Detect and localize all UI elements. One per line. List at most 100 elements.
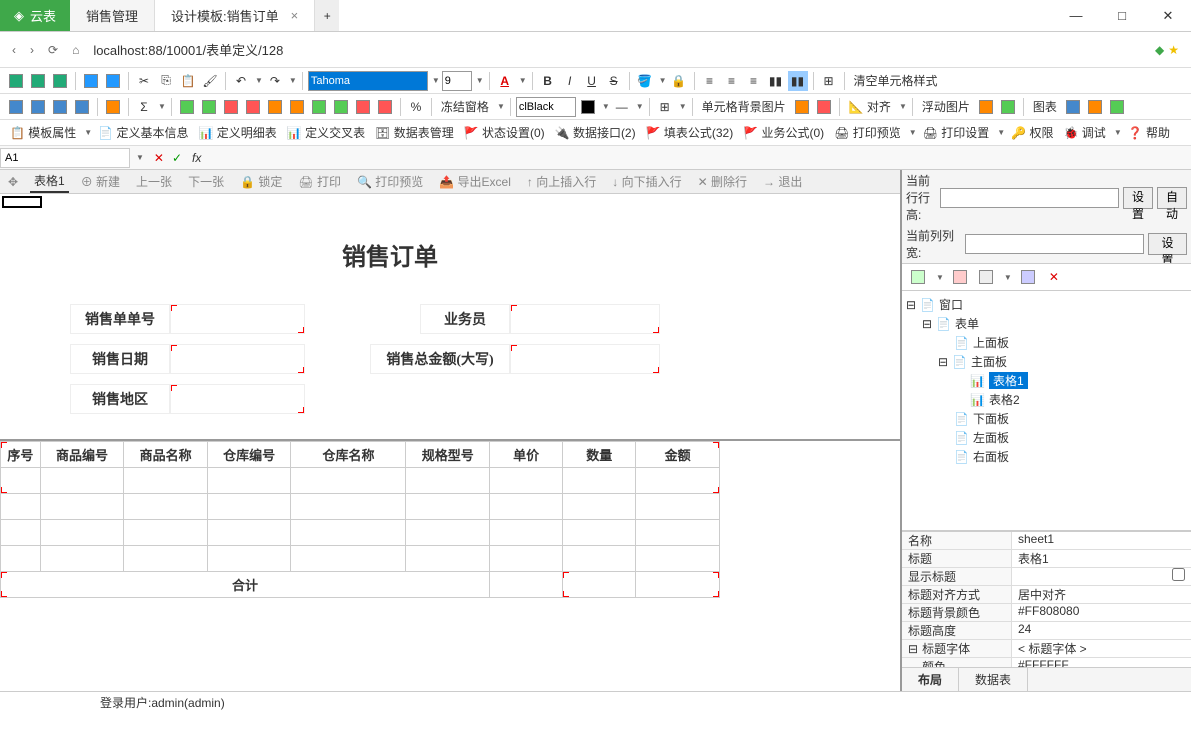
excel-icon[interactable] xyxy=(50,71,70,91)
fill-color-icon[interactable]: 🪣 xyxy=(635,71,655,91)
grid2-icon[interactable] xyxy=(28,97,48,117)
border-icon[interactable]: ⊞ xyxy=(655,97,675,117)
tree-window[interactable]: 窗口 xyxy=(939,296,963,313)
data-mgmt-button[interactable]: 🗄 数据表管理 xyxy=(371,124,458,141)
col-amount[interactable]: 金额 xyxy=(636,442,720,468)
print-preview-button[interactable]: 🖨 打印预览 xyxy=(830,124,905,141)
print-setup-button[interactable]: 🖨 打印设置 xyxy=(919,124,994,141)
op6-icon[interactable] xyxy=(287,97,307,117)
strike-icon[interactable]: S xyxy=(604,71,624,91)
cut-icon[interactable]: ✂ xyxy=(134,71,154,91)
star-icon[interactable]: ★ xyxy=(1168,43,1179,57)
etab-prev[interactable]: 上一张 xyxy=(132,171,176,192)
bg2-icon[interactable] xyxy=(814,97,834,117)
grid1-icon[interactable] xyxy=(6,97,26,117)
chart3-icon[interactable] xyxy=(1107,97,1127,117)
tree-form[interactable]: 表单 xyxy=(955,315,979,332)
detail-table-button[interactable]: 📊 定义明细表 xyxy=(195,124,281,141)
panel-icon2[interactable] xyxy=(950,267,970,287)
tab-design-template[interactable]: 设计模板:销售订单 × xyxy=(155,0,315,31)
panel-icon1[interactable] xyxy=(908,267,928,287)
minimize-button[interactable]: — xyxy=(1053,0,1099,31)
etab-insert-up[interactable]: ↑ 向上插入行 xyxy=(523,171,600,192)
img1-icon[interactable] xyxy=(976,97,996,117)
save-icon[interactable] xyxy=(6,71,26,91)
close-button[interactable]: ✕ xyxy=(1145,0,1191,31)
prop-val[interactable] xyxy=(1012,568,1191,585)
op8-icon[interactable] xyxy=(331,97,351,117)
prop-val[interactable]: 24 xyxy=(1012,622,1191,639)
input-sale-area[interactable] xyxy=(170,384,305,414)
etab-exit[interactable]: → 退出 xyxy=(759,171,806,192)
refresh-button[interactable]: ⟳ xyxy=(48,43,58,57)
op9-icon[interactable] xyxy=(353,97,373,117)
diamond-icon[interactable]: ◆ xyxy=(1155,43,1164,57)
tree-sheet1[interactable]: 表格1 xyxy=(989,372,1028,389)
maximize-button[interactable]: □ xyxy=(1099,0,1145,31)
col-price[interactable]: 单价 xyxy=(490,442,563,468)
permission-button[interactable]: 🔑 权限 xyxy=(1007,124,1057,141)
structure-tree[interactable]: ⊟📄窗口 ⊟📄表单 📄上面板 ⊟📄主面板 📊表格1 📊表格2 📄下面板 📄左面板… xyxy=(902,291,1191,531)
prop-val[interactable]: sheet1 xyxy=(1012,532,1191,549)
status-button[interactable]: 🚩 状态设置(0) xyxy=(460,124,549,141)
underline-icon[interactable]: U xyxy=(582,71,602,91)
data-api-button[interactable]: 🔌 数据接口(2) xyxy=(551,124,640,141)
align-center-icon[interactable]: ≡ xyxy=(722,71,742,91)
confirm-icon[interactable]: ✓ xyxy=(172,151,182,165)
show-title-checkbox[interactable] xyxy=(1172,568,1185,581)
tab-sales-mgmt[interactable]: 销售管理 xyxy=(70,0,155,31)
cell-ref-input[interactable] xyxy=(0,148,130,168)
percent-icon[interactable]: % xyxy=(406,97,426,117)
table-row[interactable] xyxy=(1,546,720,572)
col-prod-name[interactable]: 商品名称 xyxy=(124,442,208,468)
merge-icon[interactable]: ⊞ xyxy=(819,71,839,91)
chart-button[interactable]: 图表 xyxy=(1029,98,1061,115)
row-height-auto[interactable]: 自动 xyxy=(1157,187,1187,209)
detail-grid[interactable]: 序号 商品编号 商品名称 仓库编号 仓库名称 规格型号 单价 数量 金额 xyxy=(0,439,900,691)
lock-icon[interactable]: 🔒 xyxy=(669,71,689,91)
row-height-input[interactable] xyxy=(940,188,1119,208)
etab-lock[interactable]: 🔒 锁定 xyxy=(236,171,286,192)
panel-icon4[interactable] xyxy=(1018,267,1038,287)
undo-icon[interactable]: ↶ xyxy=(231,71,251,91)
table-row[interactable] xyxy=(1,520,720,546)
panel-tab-layout[interactable]: 布局 xyxy=(902,668,959,691)
col-spec[interactable]: 规格型号 xyxy=(406,442,490,468)
etab-new[interactable]: ⊕ 新建 xyxy=(77,171,124,192)
font-name-combo[interactable] xyxy=(308,71,428,91)
cancel-icon[interactable]: ✕ xyxy=(154,151,164,165)
tree-bottom-panel[interactable]: 下面板 xyxy=(973,410,1009,427)
table-row[interactable] xyxy=(1,494,720,520)
etab-print[interactable]: 🖨 打印 xyxy=(294,171,345,192)
align-left-icon[interactable]: ≡ xyxy=(700,71,720,91)
app-logo[interactable]: ◈ 云表 xyxy=(0,0,70,31)
editor-tab-current[interactable]: 表格1 xyxy=(30,170,69,193)
fill-formula-button[interactable]: 🚩 填表公式(32) xyxy=(642,124,738,141)
panel-tab-data[interactable]: 数据表 xyxy=(959,668,1028,691)
sum-icon[interactable]: Σ xyxy=(134,97,154,117)
add-tab-button[interactable]: + xyxy=(315,0,339,31)
freeze-pane-button[interactable]: 冻结窗格 xyxy=(437,98,493,115)
etab-export[interactable]: 📤 导出Excel xyxy=(435,171,515,192)
op2-icon[interactable] xyxy=(199,97,219,117)
line-style-icon[interactable]: — xyxy=(612,97,632,117)
col-prod-code[interactable]: 商品编号 xyxy=(40,442,124,468)
prop-val[interactable]: < 标题字体 > xyxy=(1012,640,1191,657)
move-icon[interactable]: ✥ xyxy=(4,173,22,191)
panel-icon3[interactable] xyxy=(976,267,996,287)
back-button[interactable]: ‹ xyxy=(12,43,16,57)
img2-icon[interactable] xyxy=(998,97,1018,117)
import-icon[interactable] xyxy=(81,71,101,91)
tree-top-panel[interactable]: 上面板 xyxy=(973,334,1009,351)
paste-icon[interactable]: 📋 xyxy=(178,71,198,91)
template-props-button[interactable]: 📋 模板属性 xyxy=(6,124,80,141)
table-row[interactable] xyxy=(1,468,720,494)
basic-info-button[interactable]: 📄 定义基本信息 xyxy=(94,124,192,141)
align-button[interactable]: 📐 对齐 xyxy=(845,98,895,115)
col-seq[interactable]: 序号 xyxy=(1,442,41,468)
float-img-button[interactable]: 浮动图片 xyxy=(918,98,974,115)
col-width-input[interactable] xyxy=(965,234,1144,254)
chart1-icon[interactable] xyxy=(1063,97,1083,117)
font-color-icon[interactable]: A xyxy=(495,71,515,91)
chart2-icon[interactable] xyxy=(1085,97,1105,117)
